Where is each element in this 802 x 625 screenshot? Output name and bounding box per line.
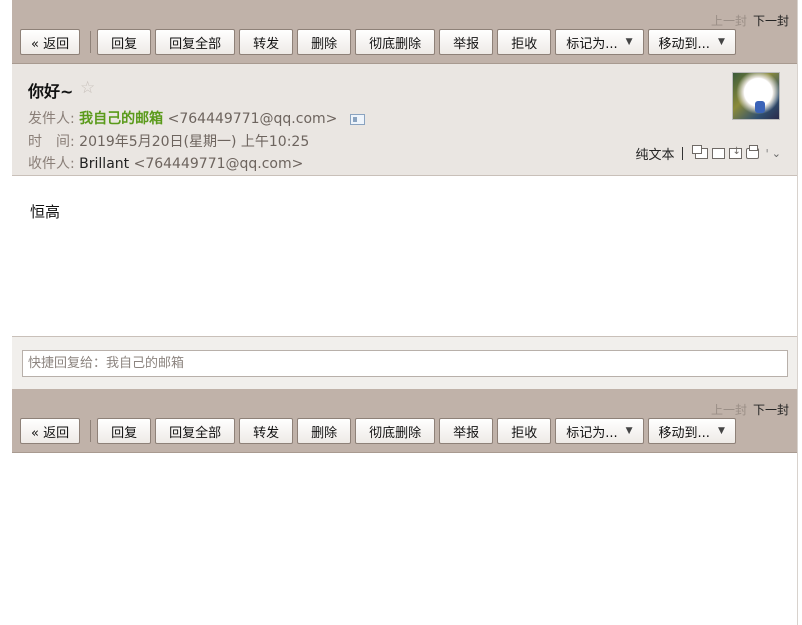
chevron-down-icon: ▼ — [717, 426, 725, 436]
prev-mail-link[interactable]: 上一封 — [711, 403, 747, 417]
recipient-row: 收件人: Brillant <764449771@qq.com> — [28, 153, 303, 173]
move-to-label: 移动到... — [658, 36, 710, 52]
top-toolbar: 上一封 下一封 « 返回 回复 回复全部 转发 删除 彻底删除 举报 拒收 标记为… — [12, 0, 797, 64]
reply-button[interactable]: 回复 — [97, 29, 152, 55]
toolbar-divider — [90, 31, 92, 53]
reject-button[interactable]: 拒收 — [497, 29, 552, 55]
popup-icon[interactable] — [712, 148, 726, 159]
bottom-toolbar: 上一封 下一封 « 返回 回复 回复全部 转发 删除 彻底删除 举报 拒收 标记为… — [12, 389, 797, 453]
right-frame-border — [797, 0, 802, 625]
sender-row: 发件人: 我自己的邮箱 <764449771@qq.com> — [28, 108, 365, 128]
next-mail-link[interactable]: 下一封 — [753, 14, 789, 28]
chevron-down-icon: ▼ — [625, 37, 633, 47]
star-icon[interactable]: ☆ — [80, 78, 95, 98]
print-icon[interactable] — [746, 145, 760, 159]
action-buttons: « 返回 回复 回复全部 转发 删除 彻底删除 举报 拒收 标记为... ▼ 移动… — [20, 28, 740, 56]
expand-more-icon[interactable]: ⌄ — [772, 147, 781, 160]
move-to-dropdown[interactable]: 移动到... ▼ — [647, 29, 736, 55]
report-button[interactable]: 举报 — [439, 418, 494, 444]
recipient-name[interactable]: Brillant — [79, 156, 129, 172]
back-button[interactable]: « 返回 — [20, 418, 81, 444]
delete-button[interactable]: 删除 — [297, 418, 352, 444]
reply-button[interactable]: 回复 — [97, 418, 152, 444]
plain-text-link[interactable]: 纯文本 — [635, 144, 674, 163]
forward-button[interactable]: 转发 — [239, 418, 294, 444]
move-to-label: 移动到... — [658, 425, 710, 441]
mark-as-dropdown[interactable]: 标记为... ▼ — [555, 29, 644, 55]
forward-button[interactable]: 转发 — [239, 29, 294, 55]
sender-name[interactable]: 我自己的邮箱 — [79, 111, 163, 127]
mark-as-label: 标记为... — [566, 36, 618, 52]
action-buttons: « 返回 回复 回复全部 转发 删除 彻底删除 举报 拒收 标记为... ▼ 移动… — [20, 417, 740, 445]
mark-as-label: 标记为... — [566, 425, 618, 441]
tools-divider — [682, 147, 684, 160]
reply-all-button[interactable]: 回复全部 — [155, 418, 236, 444]
reject-button[interactable]: 拒收 — [497, 418, 552, 444]
mail-tools: 纯文本 ' ⌄ — [635, 144, 781, 163]
delete-forever-button[interactable]: 彻底删除 — [355, 29, 436, 55]
pager: 上一封 下一封 — [711, 12, 789, 29]
delete-button[interactable]: 删除 — [297, 29, 352, 55]
contact-card-icon[interactable] — [349, 113, 365, 125]
move-to-dropdown[interactable]: 移动到... ▼ — [647, 418, 736, 444]
chevron-down-icon: ▼ — [625, 426, 633, 436]
mail-header: 你好~ ☆ 发件人: 我自己的邮箱 <764449771@qq.com> 时 间… — [12, 64, 797, 176]
toolbar-divider — [90, 420, 92, 442]
empty-area — [12, 454, 797, 625]
quick-reply-panel: 快捷回复给：我自己的邮箱 — [12, 336, 797, 389]
avatar-detail — [755, 101, 765, 113]
report-button[interactable]: 举报 — [439, 29, 494, 55]
download-icon[interactable] — [729, 146, 743, 159]
time-row: 时 间: 2019年5月20日(星期一) 上午10:25 — [28, 131, 309, 151]
sender-avatar[interactable] — [732, 72, 780, 120]
mail-subject: 你好~ — [28, 82, 74, 101]
reply-all-button[interactable]: 回复全部 — [155, 29, 236, 55]
delete-forever-button[interactable]: 彻底删除 — [355, 418, 436, 444]
sender-label: 发件人: — [28, 111, 75, 127]
prev-mail-link[interactable]: 上一封 — [711, 14, 747, 28]
recipient-address: <764449771@qq.com> — [133, 156, 304, 172]
chevron-down-icon: ▼ — [717, 37, 725, 47]
more-tick-icon: ' — [765, 146, 769, 161]
mail-body: 恒高 — [12, 177, 797, 335]
pager: 上一封 下一封 — [711, 401, 789, 418]
mail-body-text: 恒高 — [30, 203, 61, 221]
time-value: 2019年5月20日(星期一) 上午10:25 — [79, 134, 310, 150]
new-window-icon[interactable] — [692, 145, 709, 159]
mark-as-dropdown[interactable]: 标记为... ▼ — [555, 418, 644, 444]
recipient-label: 收件人: — [28, 156, 75, 172]
sender-address: <764449771@qq.com> — [167, 111, 338, 127]
next-mail-link[interactable]: 下一封 — [753, 403, 789, 417]
time-label: 时 间: — [28, 134, 75, 150]
back-button[interactable]: « 返回 — [20, 29, 81, 55]
quick-reply-input[interactable]: 快捷回复给：我自己的邮箱 — [22, 350, 788, 377]
